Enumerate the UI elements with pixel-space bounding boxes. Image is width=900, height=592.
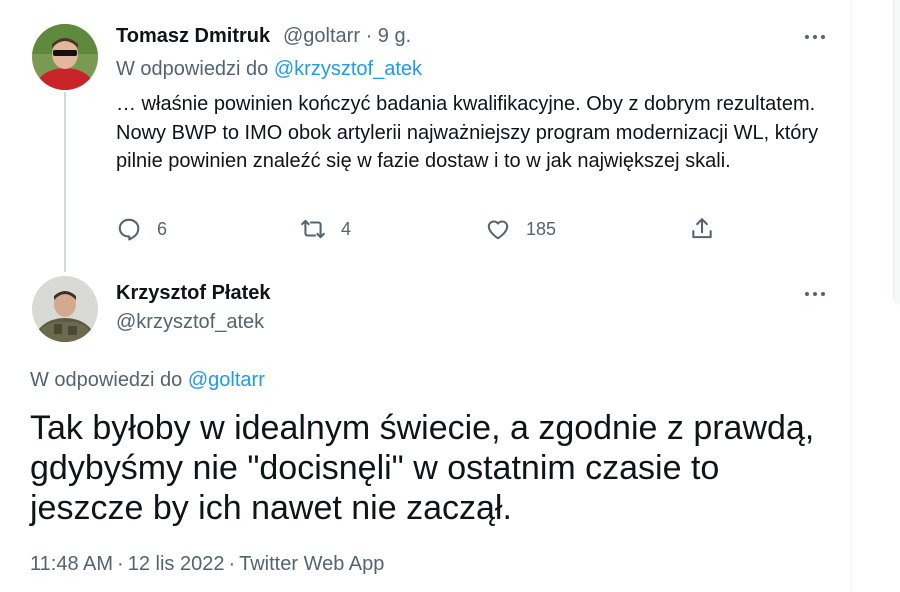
reply-count: 6 (157, 218, 168, 239)
meta-separator: · (117, 553, 124, 575)
avatar-tomasz[interactable] (32, 24, 98, 90)
reply-author-name[interactable]: Tomasz Dmitruk (116, 25, 270, 48)
reply-button[interactable]: 6 (116, 215, 167, 243)
like-icon (487, 220, 509, 240)
thread-connector-line (64, 92, 66, 272)
sidebar-card-edge (893, 0, 900, 305)
retweet-icon (301, 219, 325, 239)
timeline-column-border (851, 0, 852, 592)
share-button[interactable] (689, 215, 715, 243)
avatar-image (32, 276, 98, 342)
retweet-button[interactable]: 4 (300, 215, 351, 243)
main-replying-to: W odpowiedzi do @goltarr (30, 369, 265, 392)
reply-time[interactable]: 9 g. (378, 25, 411, 47)
more-icon[interactable] (805, 32, 829, 42)
reply-icon (118, 218, 140, 241)
reply-replying-to: W odpowiedzi do @krzysztof_atek (116, 58, 422, 81)
main-handle[interactable]: @krzysztof_atek (116, 311, 264, 334)
reply-handle[interactable]: @goltarr (283, 25, 360, 47)
replying-prefix: W odpowiedzi do (116, 58, 269, 80)
main-author-name[interactable]: Krzysztof Płatek (116, 282, 271, 305)
meta-separator: · (228, 553, 236, 575)
more-icon[interactable] (805, 289, 829, 299)
avatar-image (32, 24, 98, 90)
main-tweet-text: Tak byłoby w idealnym świecie, a zgodnie… (30, 409, 815, 527)
reply-tweet-text: … właśnie powinien kończyć badania kwali… (116, 93, 819, 172)
reply-handle-time: @goltarr · 9 g. (283, 25, 411, 48)
meta-separator: · (365, 25, 373, 47)
share-icon (692, 218, 712, 239)
avatar-krzysztof[interactable] (32, 276, 98, 342)
replying-to-link[interactable]: @krzysztof_atek (274, 58, 422, 80)
replying-to-link[interactable]: @goltarr (188, 369, 265, 391)
replying-prefix: W odpowiedzi do (30, 369, 183, 391)
tweet-date[interactable]: 12 lis 2022 (128, 553, 225, 575)
like-count: 185 (526, 218, 557, 239)
like-button[interactable]: 185 (485, 215, 556, 243)
tweet-timestamp: 11:48 AM · 12 lis 2022 · Twitter Web App (30, 553, 384, 576)
tweet-time[interactable]: 11:48 AM (30, 553, 113, 575)
retweet-count: 4 (341, 218, 352, 239)
tweet-source[interactable]: Twitter Web App (239, 553, 384, 575)
